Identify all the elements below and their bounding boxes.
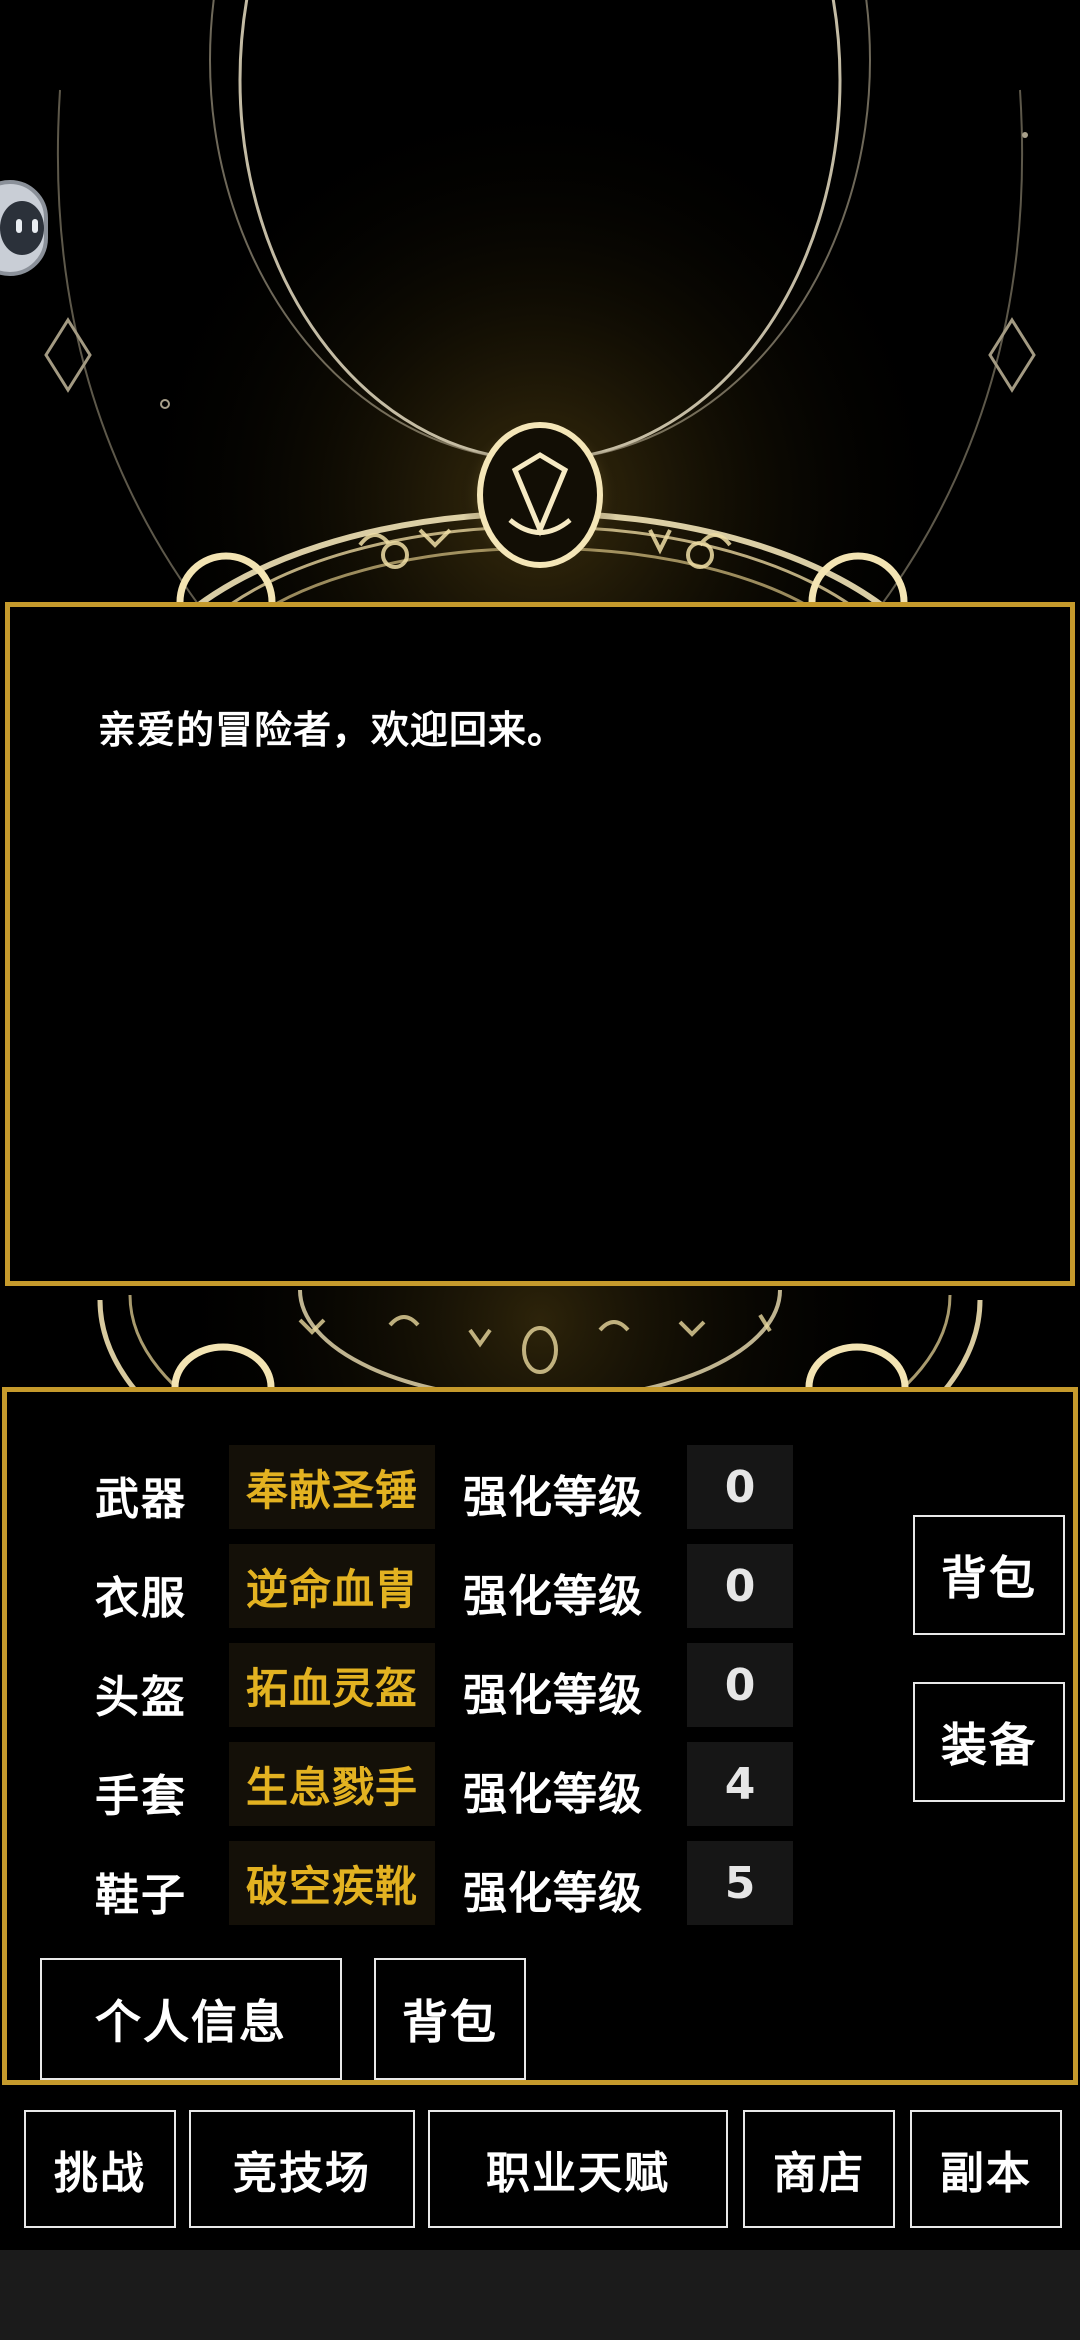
item-name[interactable]: 奉献圣锤 bbox=[229, 1445, 435, 1529]
bag-button-secondary[interactable]: 背包 bbox=[374, 1958, 526, 2080]
game-screen: 亲爱的冒险者，欢迎回来。 武器 奉献圣锤 强化等级 0 衣服 逆命血胄 强化等级… bbox=[0, 0, 1080, 2340]
equip-button[interactable]: 装备 bbox=[913, 1682, 1065, 1802]
robot-eye-left bbox=[16, 219, 22, 233]
enhance-level-label: 强化等级 bbox=[463, 1472, 643, 1523]
enhance-level-value: 5 bbox=[687, 1841, 793, 1925]
equipment-row-gloves: 手套 生息戮手 强化等级 4 bbox=[7, 1742, 807, 1826]
nav-shop-button[interactable]: 商店 bbox=[743, 2110, 895, 2228]
item-name[interactable]: 拓血灵盔 bbox=[229, 1643, 435, 1727]
equipment-row-shoes: 鞋子 破空疾靴 强化等级 5 bbox=[7, 1841, 807, 1925]
message-panel: 亲爱的冒险者，欢迎回来。 bbox=[5, 602, 1075, 1286]
bottom-nav: 挑战 竞技场 职业天赋 商店 副本 bbox=[0, 2096, 1080, 2250]
enhance-level-value: 4 bbox=[687, 1742, 793, 1826]
enhance-level-value: 0 bbox=[687, 1544, 793, 1628]
robot-face-icon bbox=[0, 201, 44, 255]
enhance-level-value: 0 bbox=[687, 1643, 793, 1727]
enhance-level-label: 强化等级 bbox=[463, 1769, 643, 1820]
slot-label: 武器 bbox=[95, 1474, 187, 1525]
nav-arena-button[interactable]: 竞技场 bbox=[189, 2110, 415, 2228]
bag-button[interactable]: 背包 bbox=[913, 1515, 1065, 1635]
enhance-level-label: 强化等级 bbox=[463, 1571, 643, 1622]
enhance-level-label: 强化等级 bbox=[463, 1868, 643, 1919]
equipment-panel: 武器 奉献圣锤 强化等级 0 衣服 逆命血胄 强化等级 0 头盔 拓血灵盔 强化… bbox=[2, 1387, 1078, 2085]
slot-label: 头盔 bbox=[95, 1672, 187, 1723]
slot-label: 鞋子 bbox=[95, 1870, 187, 1921]
enhance-level-value: 0 bbox=[687, 1445, 793, 1529]
item-name[interactable]: 逆命血胄 bbox=[229, 1544, 435, 1628]
equipment-row-clothes: 衣服 逆命血胄 强化等级 0 bbox=[7, 1544, 807, 1628]
item-name[interactable]: 生息戮手 bbox=[229, 1742, 435, 1826]
system-nav-area bbox=[0, 2250, 1080, 2340]
nav-class-talent-button[interactable]: 职业天赋 bbox=[428, 2110, 728, 2228]
nav-dungeon-button[interactable]: 副本 bbox=[910, 2110, 1062, 2228]
equipment-row-weapon: 武器 奉献圣锤 强化等级 0 bbox=[7, 1445, 807, 1529]
slot-label: 衣服 bbox=[95, 1573, 187, 1624]
equipment-row-helmet: 头盔 拓血灵盔 强化等级 0 bbox=[7, 1643, 807, 1727]
welcome-message: 亲爱的冒险者，欢迎回来。 bbox=[98, 708, 567, 752]
item-name[interactable]: 破空疾靴 bbox=[229, 1841, 435, 1925]
nav-challenge-button[interactable]: 挑战 bbox=[24, 2110, 176, 2228]
profile-button[interactable]: 个人信息 bbox=[40, 1958, 342, 2080]
slot-label: 手套 bbox=[95, 1771, 187, 1822]
enhance-level-label: 强化等级 bbox=[463, 1670, 643, 1721]
robot-eye-right bbox=[32, 219, 38, 233]
